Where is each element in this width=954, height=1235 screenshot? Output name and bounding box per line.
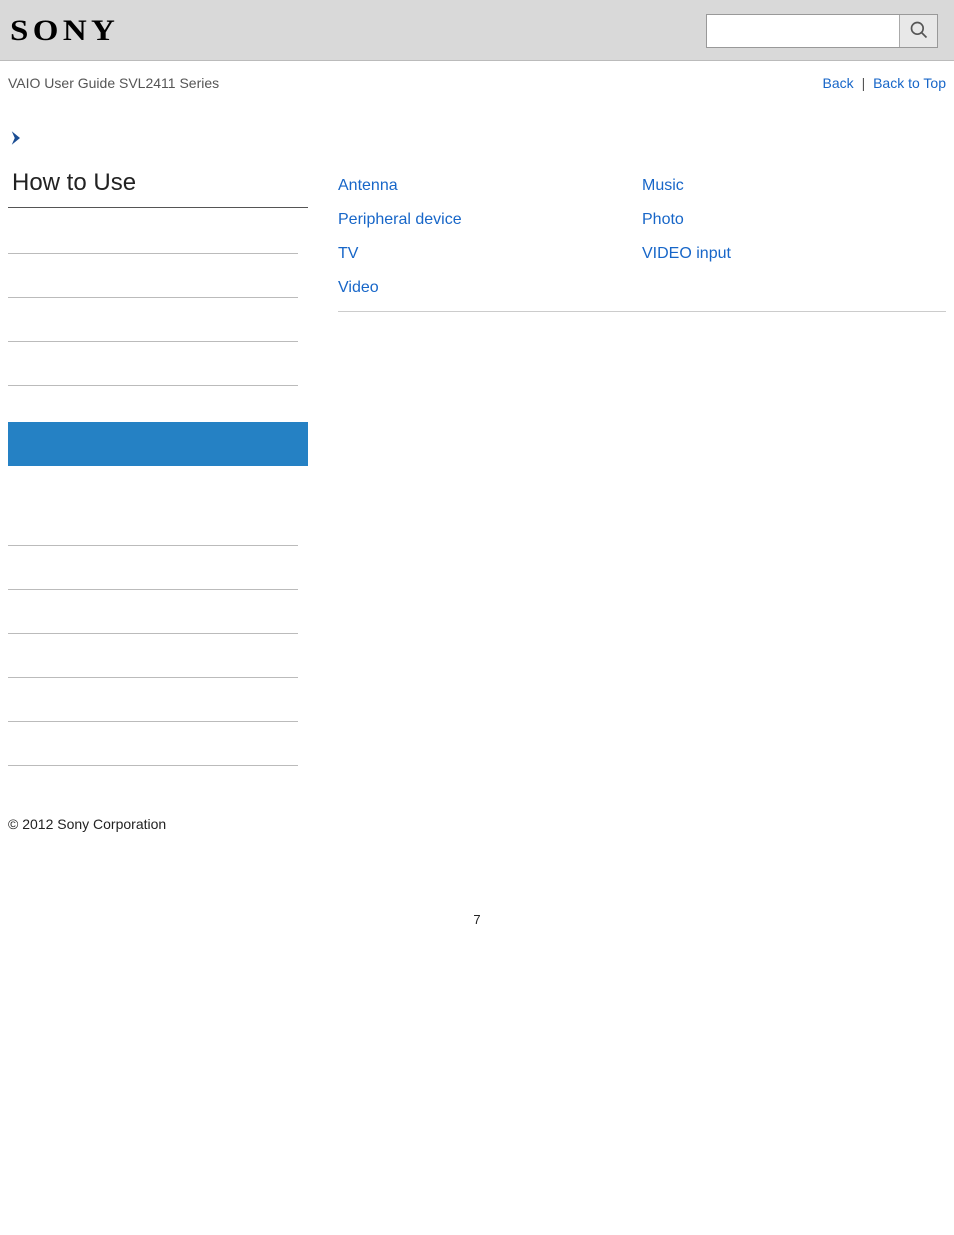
sidebar-title: How to Use (8, 163, 308, 208)
search-input[interactable] (707, 15, 899, 47)
search-button[interactable] (899, 15, 937, 47)
search-icon (909, 20, 929, 43)
sidebar-item[interactable] (8, 342, 298, 386)
link-column-2: Music Photo VIDEO input (642, 169, 946, 305)
sidebar-item[interactable] (8, 546, 298, 590)
link-tv[interactable]: TV (338, 237, 642, 271)
link-peripheral-device[interactable]: Peripheral device (338, 203, 642, 237)
sidebar-item[interactable] (8, 678, 298, 722)
sony-logo: SONY (10, 14, 119, 48)
separator: | (862, 75, 866, 91)
main: Antenna Peripheral device TV Video Music… (338, 163, 946, 766)
link-music[interactable]: Music (642, 169, 946, 203)
sidebar: How to Use (8, 163, 308, 766)
link-video-input[interactable]: VIDEO input (642, 237, 946, 271)
nav-links: Back | Back to Top (823, 75, 946, 91)
link-photo[interactable]: Photo (642, 203, 946, 237)
back-link[interactable]: Back (823, 75, 854, 91)
sidebar-item[interactable] (8, 254, 298, 298)
sidebar-item[interactable] (8, 210, 298, 254)
sidebar-item[interactable] (8, 722, 298, 766)
sidebar-item-active[interactable] (8, 422, 308, 466)
guide-title: VAIO User Guide SVL2411 Series (8, 75, 219, 91)
sidebar-item[interactable] (8, 634, 298, 678)
content: How to Use Antenna Peripheral device TV … (0, 163, 954, 786)
search-box (706, 14, 938, 48)
copyright: © 2012 Sony Corporation (8, 816, 166, 832)
page-number: 7 (0, 872, 954, 947)
divider (338, 311, 946, 312)
header: SONY (0, 0, 954, 61)
link-video[interactable]: Video (338, 271, 642, 305)
link-antenna[interactable]: Antenna (338, 169, 642, 203)
back-to-top-link[interactable]: Back to Top (873, 75, 946, 91)
sidebar-item[interactable] (8, 502, 298, 546)
sidebar-item[interactable] (8, 590, 298, 634)
sidebar-item[interactable] (8, 298, 298, 342)
footer: © 2012 Sony Corporation (0, 786, 954, 872)
link-column-1: Antenna Peripheral device TV Video (338, 169, 642, 305)
chevron-right-icon (8, 129, 954, 151)
subheader: VAIO User Guide SVL2411 Series Back | Ba… (0, 61, 954, 101)
